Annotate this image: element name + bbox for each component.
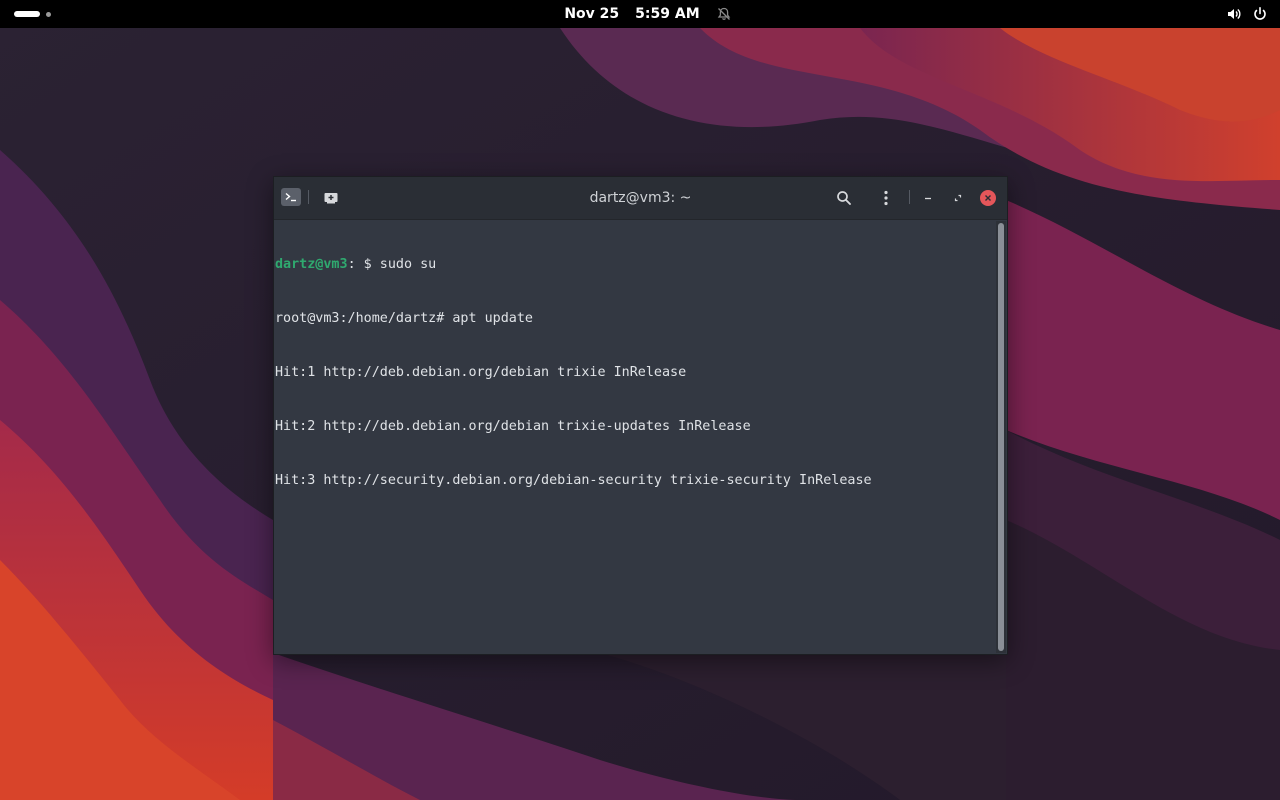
terminal-line-text: root@vm3:/home/dartz# apt update (275, 311, 533, 326)
new-tab-icon[interactable] (320, 188, 342, 208)
top-panel: Nov 25 5:59 AM (0, 0, 1280, 28)
date-label: Nov 25 (564, 6, 620, 22)
volume-icon[interactable] (1226, 6, 1242, 22)
window-title: dartz@vm3: ~ (589, 190, 692, 206)
scrollbar[interactable] (996, 221, 1006, 653)
scrollbar-thumb[interactable] (998, 223, 1004, 651)
close-icon[interactable] (980, 190, 996, 206)
workspace-inactive-indicator (46, 11, 51, 17)
power-icon[interactable] (1252, 6, 1268, 22)
terminal-line: Hit:1 http://deb.debian.org/debian trixi… (274, 364, 996, 382)
activities-button[interactable] (14, 9, 51, 19)
date-time-button[interactable]: Nov 25 5:59 AM (548, 6, 731, 22)
terminal-line-text: : $ sudo su (347, 257, 437, 272)
terminal-line: Hit:3 http://security.debian.org/debian-… (274, 472, 996, 490)
terminal-line: dartz@vm3: $ sudo su (274, 256, 996, 274)
terminal-icon[interactable] (281, 188, 301, 206)
header-separator (308, 190, 309, 204)
bell-off-icon (716, 6, 732, 22)
time-label: 5:59 AM (635, 6, 700, 22)
terminal-line: root@vm3:/home/dartz# apt update (274, 310, 996, 328)
minimize-icon[interactable] (918, 188, 938, 208)
terminal-window[interactable]: dartz@vm3: ~ dartz@vm3: $ sudo su root@v… (273, 176, 1008, 655)
maximize-icon[interactable] (948, 188, 968, 208)
terminal-header-bar[interactable]: dartz@vm3: ~ (274, 177, 1007, 220)
terminal-output[interactable]: dartz@vm3: $ sudo su root@vm3:/home/dart… (274, 220, 996, 654)
system-tray[interactable] (1226, 5, 1268, 23)
terminal-line-text: Hit:1 http://deb.debian.org/debian trixi… (275, 365, 687, 380)
terminal-line-text: Hit:3 http://security.debian.org/debian-… (275, 473, 872, 488)
workspace-active-indicator (14, 11, 40, 17)
search-icon[interactable] (834, 188, 854, 208)
terminal-line-text: Hit:2 http://deb.debian.org/debian trixi… (275, 419, 751, 434)
kebab-menu-icon[interactable] (876, 188, 896, 208)
prompt-user-host: dartz@vm3 (275, 257, 348, 272)
header-separator (909, 190, 910, 204)
terminal-line: Hit:2 http://deb.debian.org/debian trixi… (274, 418, 996, 436)
